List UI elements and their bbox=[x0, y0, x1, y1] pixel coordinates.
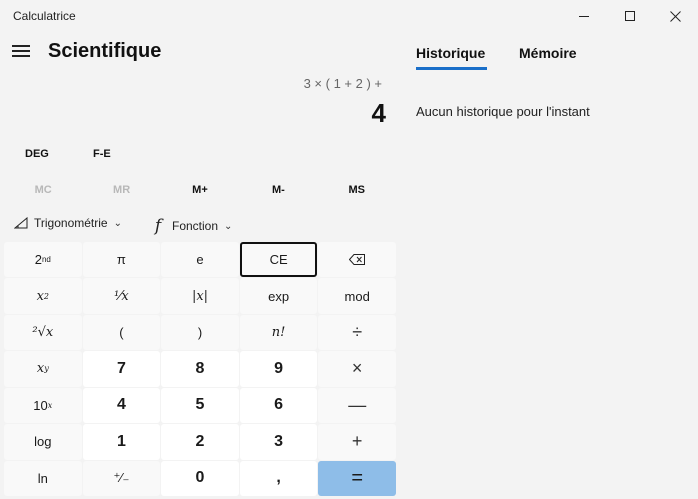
memory-add-button[interactable]: M+ bbox=[161, 176, 239, 204]
digit-7-button[interactable]: 7 bbox=[82, 351, 161, 387]
backspace-icon bbox=[349, 254, 366, 266]
function-label: Fonction bbox=[172, 219, 219, 233]
plus-button[interactable]: + bbox=[318, 424, 396, 460]
mod-button[interactable]: mod bbox=[318, 278, 396, 314]
ln-button[interactable]: ln bbox=[4, 460, 82, 496]
equals-button[interactable]: = bbox=[318, 460, 396, 496]
reciprocal-button[interactable]: ¹⁄x bbox=[82, 278, 161, 314]
tab-memory[interactable]: Mémoire bbox=[519, 45, 577, 61]
ten-power-x-button[interactable]: 10 x bbox=[4, 387, 82, 424]
tab-history[interactable]: Historique bbox=[416, 45, 485, 61]
left-paren-button[interactable]: ( bbox=[82, 314, 161, 351]
history-empty-message: Aucun historique pour l'instant bbox=[416, 104, 590, 119]
decimal-button[interactable]: , bbox=[239, 460, 318, 496]
trigonometry-label: Trigonométrie bbox=[34, 216, 108, 230]
digit-3-button[interactable]: 3 bbox=[239, 424, 318, 460]
negate-button[interactable]: ⁺⁄₋ bbox=[82, 460, 161, 496]
function-dropdown[interactable]: f Fonction ⌄ bbox=[150, 216, 233, 236]
minimize-icon bbox=[579, 15, 589, 17]
maximize-icon bbox=[625, 11, 635, 21]
digit-8-button[interactable]: 8 bbox=[161, 351, 239, 387]
result-display: 4 bbox=[371, 98, 386, 128]
e-button[interactable]: e bbox=[161, 242, 239, 278]
memory-row: MC MR M+ M- MS bbox=[4, 176, 396, 204]
close-icon bbox=[669, 10, 681, 22]
title-bar: Calculatrice bbox=[0, 0, 698, 32]
square-root-button[interactable]: ²√x bbox=[4, 314, 82, 351]
minus-button[interactable]: — bbox=[318, 387, 396, 424]
right-paren-button[interactable]: ) bbox=[161, 314, 239, 351]
factorial-button[interactable]: n! bbox=[239, 314, 318, 351]
memory-recall-button[interactable]: MR bbox=[82, 176, 160, 204]
memory-clear-button[interactable]: MC bbox=[4, 176, 82, 204]
pi-button[interactable]: π bbox=[82, 242, 161, 278]
chevron-down-icon: ⌄ bbox=[224, 220, 233, 232]
expression-display: 3 × ( 1 + 2 ) + bbox=[303, 76, 382, 91]
digit-4-button[interactable]: 4 bbox=[82, 387, 161, 424]
x-squared-button[interactable]: x2 bbox=[4, 278, 82, 314]
angle-mode-button[interactable]: DEG bbox=[25, 148, 49, 160]
memory-subtract-button[interactable]: M- bbox=[239, 176, 317, 204]
app-title: Calculatrice bbox=[13, 9, 76, 23]
triangle-ruler-icon bbox=[14, 217, 28, 229]
keypad: 2nd π e CE x2 ¹⁄x |x| exp mod ²√x ( ) n!… bbox=[4, 242, 396, 496]
multiply-button[interactable]: × bbox=[318, 351, 396, 387]
digit-1-button[interactable]: 1 bbox=[82, 424, 161, 460]
digit-9-button[interactable]: 9 bbox=[239, 351, 318, 387]
chevron-down-icon: ⌄ bbox=[113, 217, 122, 229]
second-button[interactable]: 2nd bbox=[4, 242, 82, 278]
mode-title: Scientifique bbox=[48, 40, 162, 62]
active-tab-indicator bbox=[416, 67, 487, 70]
log-button[interactable]: log bbox=[4, 424, 82, 460]
trigonometry-dropdown[interactable]: Trigonométrie ⌄ bbox=[14, 216, 122, 230]
close-button[interactable] bbox=[652, 0, 698, 32]
absolute-value-button[interactable]: |x| bbox=[161, 278, 239, 314]
digit-0-button[interactable]: 0 bbox=[161, 460, 239, 496]
fe-button[interactable]: F-E bbox=[93, 148, 111, 160]
x-power-y-button[interactable]: xy bbox=[4, 351, 82, 387]
digit-6-button[interactable]: 6 bbox=[239, 387, 318, 424]
function-row: Trigonométrie ⌄ f Fonction ⌄ bbox=[4, 212, 396, 240]
exp-button[interactable]: exp bbox=[239, 278, 318, 314]
digit-5-button[interactable]: 5 bbox=[161, 387, 239, 424]
hamburger-icon[interactable] bbox=[12, 44, 30, 58]
digit-2-button[interactable]: 2 bbox=[161, 424, 239, 460]
clear-entry-button[interactable]: CE bbox=[239, 242, 318, 278]
function-f-icon: f bbox=[154, 216, 162, 236]
minimize-button[interactable] bbox=[561, 0, 607, 32]
memory-store-button[interactable]: MS bbox=[318, 176, 396, 204]
maximize-button[interactable] bbox=[607, 0, 653, 32]
backspace-button[interactable] bbox=[318, 242, 396, 278]
divide-button[interactable]: ÷ bbox=[318, 314, 396, 351]
